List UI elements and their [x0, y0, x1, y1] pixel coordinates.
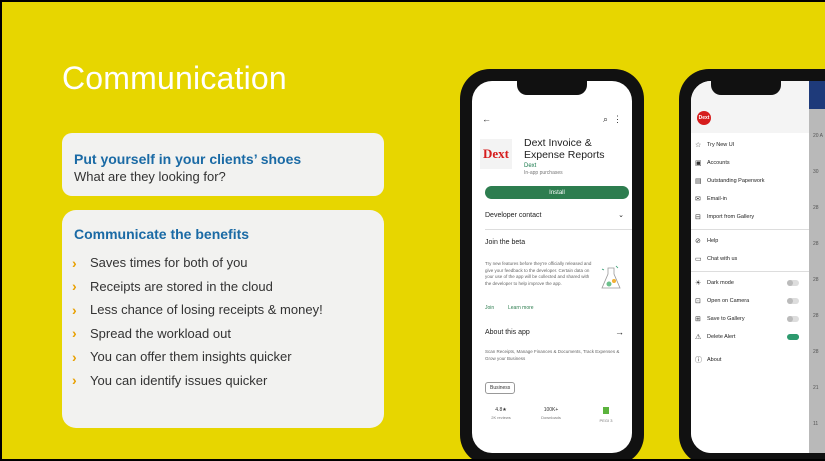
list-date: 30	[813, 169, 819, 175]
menu-item-about[interactable]: ⓘ About	[695, 355, 795, 365]
save-icon: ⊞	[695, 316, 701, 323]
phone-notch	[517, 81, 587, 95]
list-date: 28	[813, 205, 819, 211]
list-date: 28	[813, 313, 819, 319]
play-store-toolbar: ← ⌕ ⋮	[482, 114, 622, 124]
list-item: › Saves times for both of you	[72, 254, 248, 271]
star-icon: ☆	[695, 142, 702, 149]
developer-link[interactable]: Dext	[524, 163, 536, 169]
accounts-icon: ▣	[695, 160, 702, 167]
list-item: › Receipts are stored in the cloud	[72, 278, 273, 295]
list-item: › You can identify issues quicker	[72, 372, 268, 389]
beta-flask-icon	[600, 264, 622, 292]
chevron-right-icon: ›	[72, 372, 77, 389]
phone-notch	[711, 81, 781, 95]
app-name: Dext Invoice & Expense Reports	[524, 137, 605, 161]
phone-play-store: ← ⌕ ⋮ Dext Dext Invoice & Expense Report…	[460, 69, 644, 459]
category-chip[interactable]: Business	[485, 382, 516, 394]
about-description: Scan Receipts, Manage Finances & Documen…	[485, 349, 620, 361]
chat-icon: ▭	[695, 256, 702, 263]
toggle-knob	[793, 334, 799, 340]
list-date: 28	[813, 349, 819, 355]
menu-item-delete-alert[interactable]: ⚠ Delete Alert	[695, 332, 795, 342]
menu-item-outstanding-paperwork[interactable]: ▤ Outstanding Paperwork	[695, 176, 795, 186]
slide-title: Communication	[62, 60, 287, 96]
phone-screen: ← ⌕ ⋮ Dext Dext Invoice & Expense Report…	[472, 81, 632, 453]
benefits-list: › Saves times for both of you › Receipts a…	[72, 251, 323, 392]
list-date: 28	[813, 241, 819, 247]
card-heading: Put yourself in your clients’ shoes	[74, 151, 302, 167]
background-list: 20 A 30 28 28 28 28 28 21 11	[809, 81, 825, 453]
about-app-heading[interactable]: About this app	[485, 329, 530, 336]
menu-item-import-gallery[interactable]: ⊟ Import from Gallery	[695, 212, 795, 222]
list-item: › Less chance of losing receipts & money!	[72, 301, 323, 318]
divider	[485, 229, 632, 230]
learn-more-link[interactable]: Learn more	[508, 305, 534, 311]
join-beta-heading: Join the beta	[485, 239, 526, 246]
menu-item-help[interactable]: ⊘ Help	[695, 236, 795, 246]
rating-stat: 4.8★ 2K reviews	[491, 407, 511, 420]
dext-logo: Dext	[697, 111, 711, 125]
install-button[interactable]: Install	[485, 186, 629, 199]
divider	[691, 229, 809, 230]
menu-item-chat[interactable]: ▭ Chat with us	[695, 254, 795, 264]
camera-icon: ⊡	[695, 298, 701, 305]
list-date: 20 A	[813, 133, 824, 139]
dark-mode-toggle[interactable]	[787, 280, 799, 286]
in-app-purchases-note: In-app purchases	[524, 170, 563, 176]
search-icon[interactable]: ⌕	[603, 114, 608, 125]
toggle-knob	[787, 298, 793, 304]
save-gallery-toggle[interactable]	[787, 316, 799, 322]
open-camera-toggle[interactable]	[787, 298, 799, 304]
menu-item-try-new-ui[interactable]: ☆ Try New UI	[695, 140, 795, 150]
toggle-knob	[787, 280, 793, 286]
list-item: › You can offer them insights quicker	[72, 348, 292, 365]
phone-dext-app: 20 A 30 28 28 28 28 28 21 11 Dext ☆ Try N…	[679, 69, 825, 459]
gallery-icon: ⊟	[695, 214, 701, 221]
chevron-down-icon[interactable]: ⌄	[618, 211, 624, 219]
chevron-right-icon: ›	[72, 301, 77, 318]
menu-item-save-gallery[interactable]: ⊞ Save to Gallery	[695, 314, 795, 324]
sun-icon: ☀	[695, 280, 702, 287]
slide-background: Communication Put yourself in your clien…	[2, 2, 825, 459]
benefits-card: Communicate the benefits › Saves times fo…	[62, 210, 384, 428]
navigation-drawer: Dext ☆ Try New UI ▣ Accounts ▤ Outstanding …	[691, 81, 809, 453]
warning-icon: ⚠	[695, 334, 702, 341]
email-icon: ✉	[695, 196, 701, 203]
developer-contact-row[interactable]: Developer contact	[485, 212, 541, 219]
downloads-stat: 100K+ Downloads	[541, 407, 561, 420]
menu-item-accounts[interactable]: ▣ Accounts	[695, 158, 795, 168]
app-icon: Dext	[480, 139, 512, 169]
card-heading: Communicate the benefits	[74, 226, 250, 242]
document-icon: ▤	[695, 178, 702, 185]
join-link[interactable]: Join	[485, 305, 494, 311]
divider	[691, 271, 809, 272]
phone-screen: 20 A 30 28 28 28 28 28 21 11 Dext ☆ Try N…	[691, 81, 825, 453]
chevron-right-icon: ›	[72, 254, 77, 271]
slide: Communication Put yourself in your clien…	[0, 0, 825, 461]
list-item: › Spread the workload out	[72, 325, 231, 342]
chevron-right-icon: ›	[72, 278, 77, 295]
list-date: 21	[813, 385, 819, 391]
back-arrow-icon[interactable]: ←	[482, 114, 491, 124]
menu-item-email-in[interactable]: ✉ Email-in	[695, 194, 795, 204]
info-icon: ⓘ	[695, 357, 702, 364]
pegi-badge-icon	[603, 407, 609, 414]
delete-alert-toggle[interactable]	[787, 334, 799, 340]
pegi-stat: PEGI 3	[587, 407, 625, 423]
beta-description: Try new features before they're official…	[485, 261, 592, 286]
arrow-right-icon[interactable]: →	[615, 327, 624, 337]
list-date: 11	[813, 421, 819, 427]
menu-item-open-camera[interactable]: ⊡ Open on Camera	[695, 296, 795, 306]
card-subtext: What are they looking for?	[74, 169, 226, 184]
list-date: 28	[813, 277, 819, 283]
chevron-right-icon: ›	[72, 348, 77, 365]
help-icon: ⊘	[695, 238, 701, 245]
chevron-right-icon: ›	[72, 325, 77, 342]
more-options-icon[interactable]: ⋮	[613, 114, 622, 125]
toggle-knob	[787, 316, 793, 322]
clients-shoes-card: Put yourself in your clients’ shoes What…	[62, 133, 384, 196]
app-header-bar	[809, 81, 825, 109]
menu-item-dark-mode[interactable]: ☀ Dark mode	[695, 278, 795, 288]
